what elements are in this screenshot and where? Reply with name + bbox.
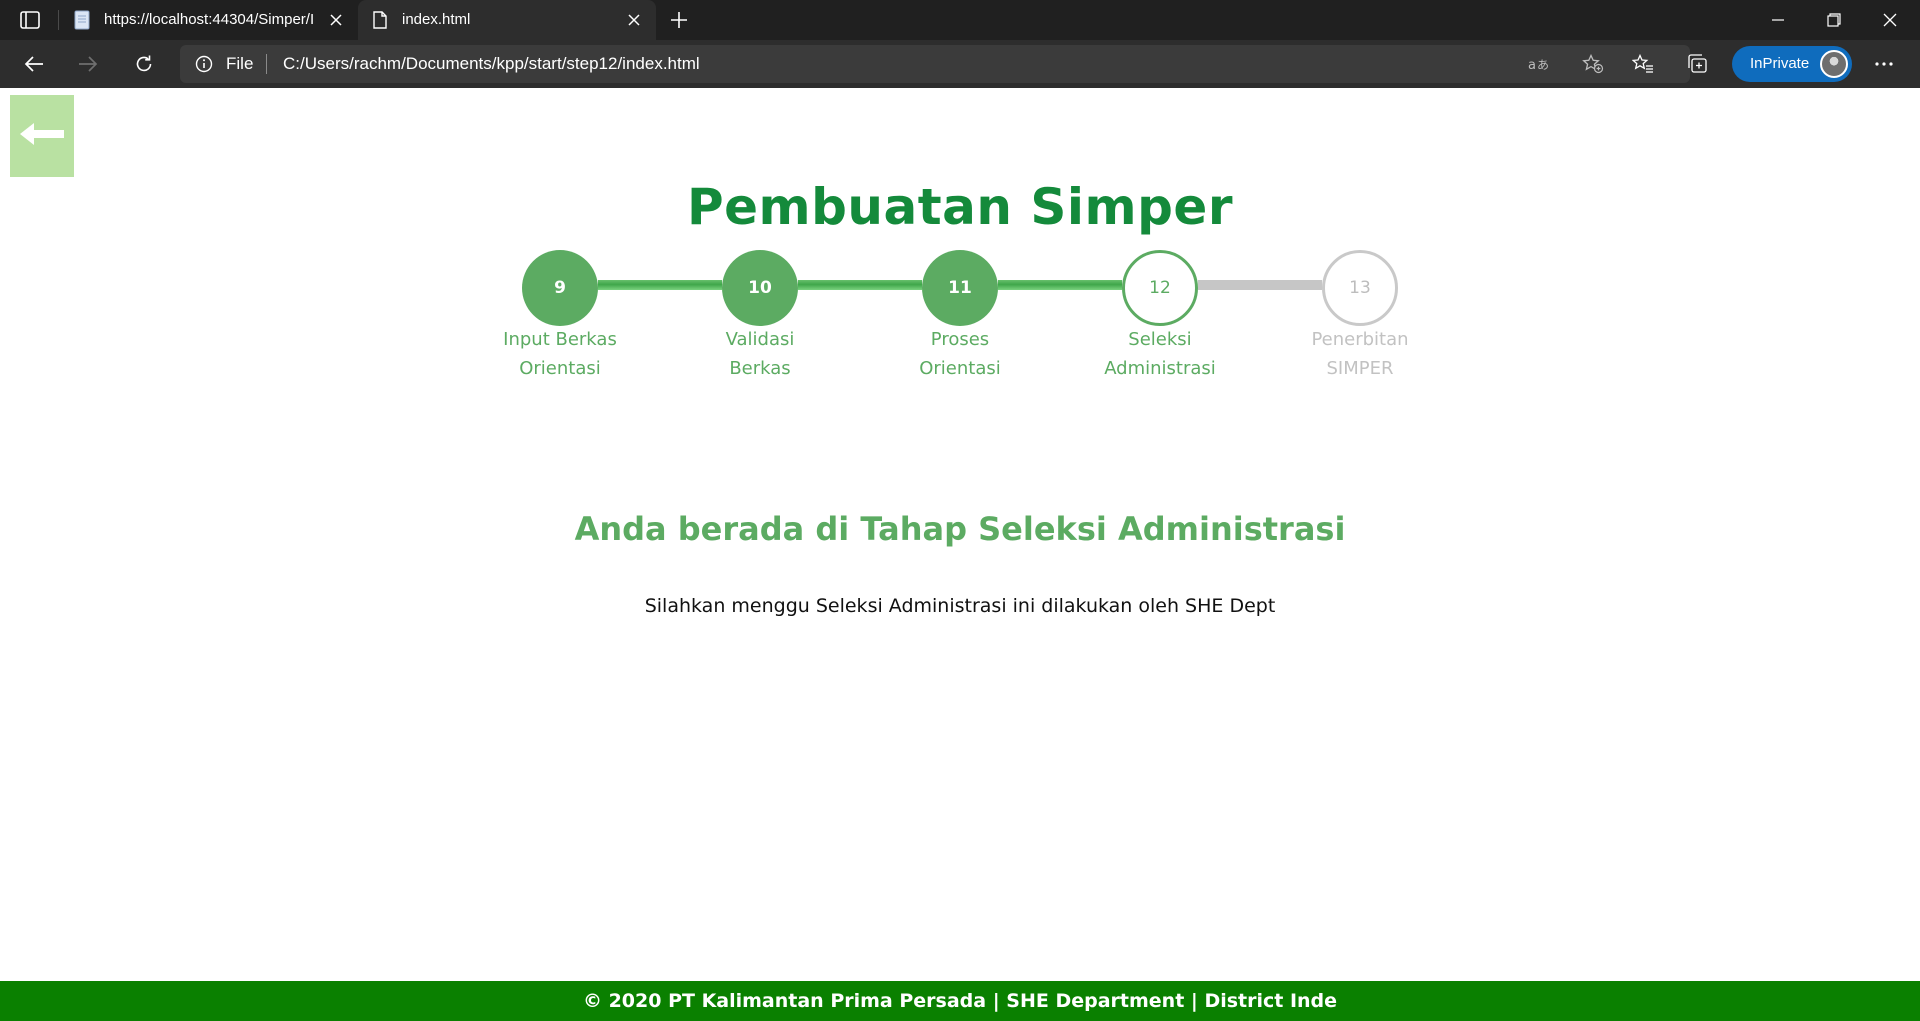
add-favorite-icon[interactable]	[1580, 52, 1606, 76]
step-label-line: SIMPER	[1326, 358, 1394, 379]
browser-titlebar: https://localhost:44304/Simper/Index ind…	[0, 0, 1920, 40]
step-label-12: Seleksi Administrasi	[1080, 325, 1240, 383]
address-scheme: File	[226, 54, 254, 73]
left-arrow-icon	[18, 121, 66, 151]
step-label-10: Validasi Berkas	[680, 325, 840, 383]
address-url[interactable]: C:/Users/rachm/Documents/kpp/start/step1…	[283, 54, 700, 74]
avatar	[1820, 50, 1848, 78]
close-tab-icon[interactable]	[624, 10, 644, 30]
browser-tab-index[interactable]: index.html	[358, 0, 656, 40]
tab-separator	[58, 10, 59, 30]
svg-text:あ: あ	[1537, 58, 1549, 72]
address-divider	[266, 54, 267, 74]
tab-title: https://localhost:44304/Simper/Index	[104, 11, 314, 28]
step-label-line: Berkas	[729, 358, 791, 379]
page-title: Pembuatan Simper	[686, 178, 1234, 236]
page-footer: © 2020 PT Kalimantan Prima Persada | SHE…	[0, 981, 1920, 1021]
step-connector	[598, 280, 722, 290]
read-aloud-icon[interactable]: aあ	[1526, 52, 1552, 76]
favorites-icon[interactable]	[1625, 48, 1661, 80]
forward-nav-icon[interactable]	[70, 48, 106, 80]
step-circle-9: 9	[522, 250, 598, 326]
step-label-line: Orientasi	[519, 358, 601, 379]
step-circle-11: 11	[922, 250, 998, 326]
tab-actions-icon[interactable]	[10, 8, 50, 32]
tab-title: index.html	[402, 11, 471, 28]
step-circle-10: 10	[722, 250, 798, 326]
step-connector	[798, 280, 922, 290]
step-label-line: Proses	[930, 329, 990, 350]
close-tab-icon[interactable]	[326, 10, 346, 30]
file-icon	[370, 10, 390, 30]
step-label-line: Administrasi	[1104, 358, 1216, 379]
more-options-icon[interactable]	[1866, 48, 1902, 80]
address-bar[interactable]: File C:/Users/rachm/Documents/kpp/start/…	[180, 45, 1690, 83]
step-label-11: Proses Orientasi	[880, 325, 1040, 383]
new-tab-icon[interactable]	[664, 8, 694, 32]
step-label-line: Input Berkas	[503, 329, 617, 350]
refresh-icon[interactable]	[126, 48, 162, 80]
stage-description: Silahkan menggu Seleksi Administrasi ini…	[644, 595, 1276, 617]
step-circle-13: 13	[1322, 250, 1398, 326]
info-icon[interactable]	[194, 54, 214, 74]
step-connector	[998, 280, 1122, 290]
svg-text:a: a	[1528, 58, 1536, 72]
step-label-line: Validasi	[725, 329, 795, 350]
progress-stepper: 9 10 11 12 13 Input Berkas Orientasi Val…	[0, 250, 1920, 390]
step-label-line: Seleksi	[1128, 329, 1192, 350]
back-nav-icon[interactable]	[16, 48, 52, 80]
step-label-line: Penerbitan	[1311, 329, 1409, 350]
step-label-line: Orientasi	[919, 358, 1001, 379]
minimize-icon[interactable]	[1750, 0, 1806, 40]
browser-tab-localhost[interactable]: https://localhost:44304/Simper/Index	[60, 0, 358, 40]
browser-toolbar: File C:/Users/rachm/Documents/kpp/start/…	[0, 40, 1920, 88]
step-label-13: Penerbitan SIMPER	[1280, 325, 1440, 383]
inprivate-label: InPrivate	[1750, 55, 1810, 72]
collections-icon[interactable]	[1680, 48, 1716, 80]
stage-heading: Anda berada di Tahap Seleksi Administras…	[574, 510, 1346, 548]
step-connector	[1198, 280, 1322, 290]
step-label-9: Input Berkas Orientasi	[480, 325, 640, 383]
inprivate-button[interactable]: InPrivate	[1732, 46, 1852, 82]
restore-icon[interactable]	[1806, 0, 1862, 40]
close-window-icon[interactable]	[1862, 0, 1918, 40]
footer-text: © 2020 PT Kalimantan Prima Persada | SHE…	[582, 990, 1338, 1012]
document-icon	[72, 10, 92, 30]
step-circle-12: 12	[1122, 250, 1198, 326]
back-button[interactable]	[10, 95, 74, 177]
